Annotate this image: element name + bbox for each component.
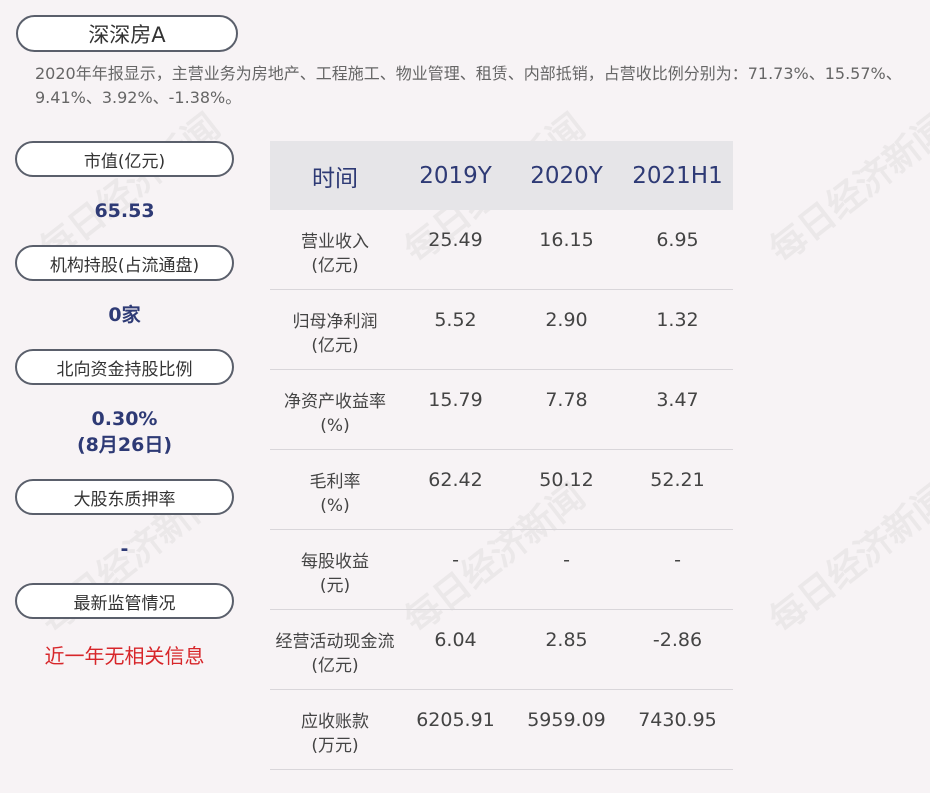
cell-value: 5.52	[434, 309, 477, 331]
table-row: 毛利率 (%) 62.42 50.12 52.21	[270, 450, 733, 530]
row-unit: (亿元)	[311, 256, 359, 276]
cell-value: 2.90	[545, 309, 588, 331]
stock-name-badge: 深深房A	[16, 15, 238, 52]
cell-value: 3.47	[656, 389, 699, 411]
pledge-ratio-label: 大股东质押率	[15, 479, 234, 515]
cell-value: 7430.95	[638, 709, 717, 731]
cell-value: 15.79	[428, 389, 483, 411]
cell-value: -	[563, 549, 570, 571]
market-cap-value: 65.53	[94, 200, 155, 222]
row-unit: (%)	[320, 416, 350, 436]
row-unit: (万元)	[311, 736, 359, 756]
northbound-holding-label: 北向资金持股比例	[15, 349, 234, 385]
row-unit: (%)	[320, 496, 350, 516]
watermark: 每日经济新闻	[761, 105, 930, 272]
cell-value: 1.32	[656, 309, 699, 331]
row-label: 营业收入	[301, 232, 369, 252]
cell-value: 2.85	[545, 629, 588, 651]
cell-value: 50.12	[539, 469, 594, 491]
cell-value: 6205.91	[416, 709, 495, 731]
row-label: 归母净利润	[292, 312, 378, 332]
table-row: 净资产收益率 (%) 15.79 7.78 3.47	[270, 370, 733, 450]
business-summary: 2020年年报显示，主营业务为房地产、工程施工、物业管理、租赁、内部抵销，占营收…	[35, 64, 902, 107]
header-2020y: 2020Y	[530, 162, 603, 189]
table-row: 应收账款 (万元) 6205.91 5959.09 7430.95	[270, 690, 733, 770]
cell-value: 52.21	[650, 469, 705, 491]
institution-holding-value: 0家	[108, 304, 141, 326]
table-row: 归母净利润 (亿元) 5.52 2.90 1.32	[270, 290, 733, 370]
cell-value: 5959.09	[527, 709, 606, 731]
regulatory-label: 最新监管情况	[15, 583, 234, 619]
header-2021h1: 2021H1	[632, 162, 723, 189]
northbound-holding-value: 0.30%	[91, 408, 158, 430]
row-label: 毛利率	[309, 472, 361, 492]
cell-value: 25.49	[428, 229, 483, 251]
regulatory-value: 近一年无相关信息	[44, 644, 205, 668]
header-2019y: 2019Y	[419, 162, 492, 189]
cell-value: 6.04	[434, 629, 477, 651]
row-label: 每股收益	[301, 552, 369, 572]
table-header: 时间 2019Y 2020Y 2021H1	[270, 141, 733, 210]
cell-value: 16.15	[539, 229, 594, 251]
financial-table: 时间 2019Y 2020Y 2021H1 营业收入 (亿元) 25.49 16.…	[270, 141, 733, 770]
cell-value: 6.95	[656, 229, 699, 251]
row-label: 净资产收益率	[284, 392, 386, 412]
row-unit: (亿元)	[311, 656, 359, 676]
northbound-holding-date: (8月26日)	[76, 434, 173, 456]
row-label: 经营活动现金流	[275, 632, 395, 652]
cell-value: 7.78	[545, 389, 588, 411]
watermark: 每日经济新闻	[761, 475, 930, 642]
cell-value: 62.42	[428, 469, 483, 491]
table-row: 每股收益 (元) - - -	[270, 530, 733, 610]
table-row: 经营活动现金流 (亿元) 6.04 2.85 -2.86	[270, 610, 733, 690]
institution-holding-label: 机构持股(占流通盘)	[15, 245, 234, 281]
cell-value: -	[674, 549, 681, 571]
cell-value: -	[452, 549, 459, 571]
table-row: 营业收入 (亿元) 25.49 16.15 6.95	[270, 210, 733, 290]
row-unit: (元)	[319, 576, 351, 596]
row-label: 应收账款	[301, 712, 369, 732]
row-unit: (亿元)	[311, 336, 359, 356]
market-cap-label: 市值(亿元)	[15, 141, 234, 177]
pledge-ratio-value: -	[120, 538, 129, 560]
header-time: 时间	[312, 165, 358, 192]
cell-value: -2.86	[652, 629, 703, 651]
